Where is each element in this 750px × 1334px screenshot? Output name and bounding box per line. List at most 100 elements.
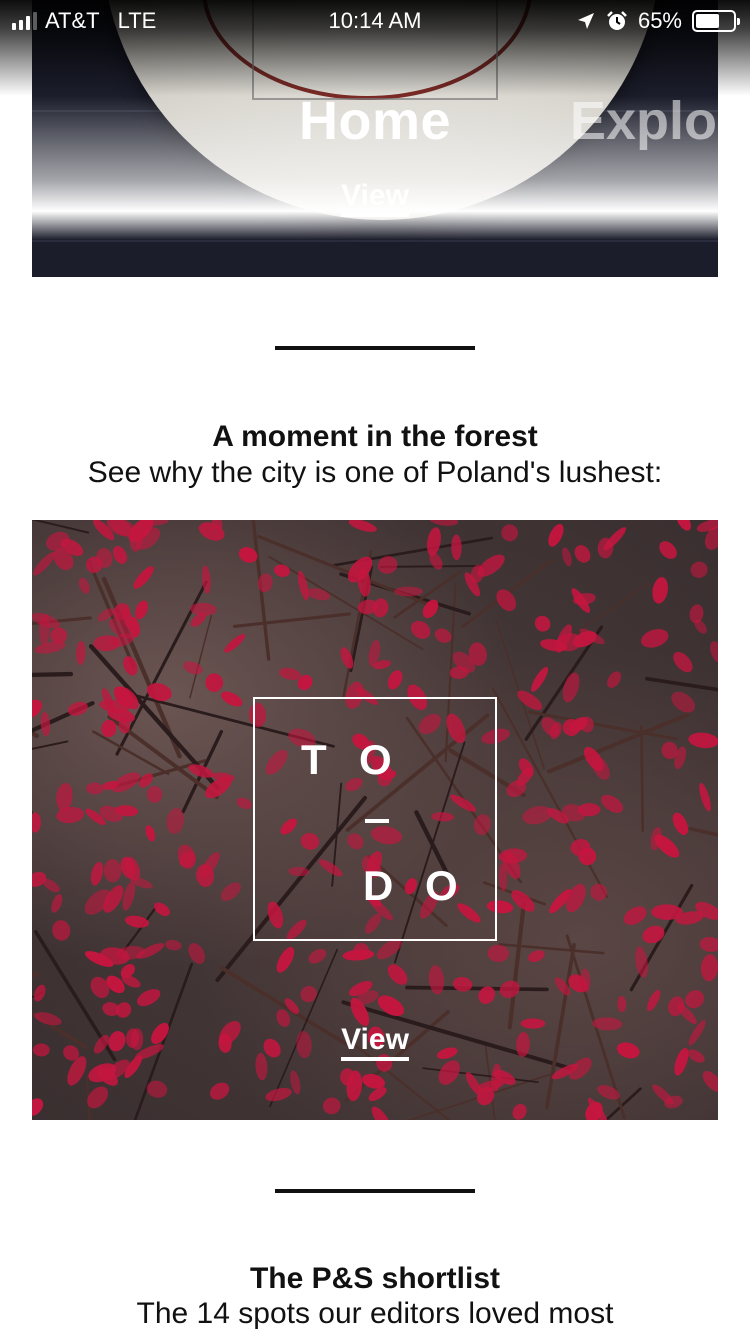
forest-view-link[interactable]: View bbox=[341, 1024, 409, 1061]
berry bbox=[601, 794, 624, 813]
berry bbox=[112, 546, 128, 564]
berry bbox=[689, 604, 704, 624]
berry bbox=[124, 915, 150, 928]
location-arrow-icon bbox=[577, 13, 594, 29]
branch bbox=[688, 826, 718, 837]
berry bbox=[676, 520, 691, 531]
berry bbox=[52, 920, 71, 941]
signal-icon bbox=[12, 12, 37, 30]
berry bbox=[122, 881, 136, 911]
hero-view-link[interactable]: View bbox=[341, 180, 409, 217]
branch bbox=[405, 985, 549, 992]
forest-section-subtitle: See why the city is one of Poland's lush… bbox=[87, 456, 663, 489]
alarm-clock-icon bbox=[607, 11, 627, 30]
forest-section-title[interactable]: A moment in the forest bbox=[0, 420, 750, 454]
berry bbox=[522, 805, 552, 825]
berry bbox=[699, 782, 711, 812]
berry bbox=[348, 520, 377, 532]
berry bbox=[635, 946, 648, 978]
forest-image-card[interactable]: T O D O View bbox=[32, 520, 718, 1120]
berry bbox=[700, 954, 718, 982]
branch bbox=[32, 520, 90, 534]
berry bbox=[671, 691, 696, 713]
berry bbox=[607, 671, 622, 688]
berry bbox=[710, 641, 718, 663]
branch bbox=[507, 901, 526, 1030]
berry bbox=[236, 797, 252, 810]
berry bbox=[647, 989, 661, 1012]
branch bbox=[32, 671, 74, 678]
berry bbox=[434, 628, 452, 643]
berry bbox=[32, 1098, 44, 1116]
berry bbox=[429, 520, 459, 526]
logo-dash bbox=[365, 819, 389, 823]
berry bbox=[177, 844, 196, 869]
branch bbox=[645, 676, 718, 692]
table-plank bbox=[32, 240, 718, 242]
berry bbox=[387, 964, 408, 985]
berry bbox=[577, 803, 601, 817]
berry bbox=[322, 1097, 341, 1115]
berry bbox=[276, 947, 295, 973]
berry bbox=[220, 882, 241, 901]
berry bbox=[642, 925, 665, 944]
berry bbox=[205, 673, 224, 692]
berry bbox=[451, 534, 462, 561]
berry bbox=[165, 939, 182, 951]
battery-icon bbox=[692, 10, 740, 32]
section-divider bbox=[275, 1189, 475, 1193]
berry bbox=[641, 629, 669, 648]
berry bbox=[688, 732, 718, 749]
berry bbox=[659, 541, 677, 559]
next-slide-title[interactable]: Explor bbox=[570, 90, 738, 152]
berry bbox=[34, 984, 46, 1002]
berry bbox=[300, 985, 317, 1003]
berry bbox=[133, 566, 154, 589]
branch bbox=[32, 740, 69, 750]
berry bbox=[528, 950, 545, 963]
berry bbox=[86, 782, 104, 795]
berry bbox=[548, 523, 564, 547]
berry bbox=[183, 661, 203, 675]
forest-view-link-wrap: View bbox=[32, 1024, 718, 1061]
berry bbox=[623, 906, 647, 925]
berry bbox=[410, 620, 431, 639]
berry bbox=[531, 666, 549, 692]
berry bbox=[372, 598, 389, 618]
berry bbox=[673, 651, 693, 673]
berry bbox=[308, 949, 327, 964]
berry bbox=[499, 980, 520, 998]
status-bar: 10:14 AM AT&T LTE 65% bbox=[0, 0, 750, 40]
berry bbox=[274, 564, 291, 577]
carrier-name: AT&T bbox=[45, 8, 100, 33]
berry bbox=[590, 883, 608, 901]
berry bbox=[209, 1082, 230, 1100]
berry bbox=[78, 577, 90, 594]
berry bbox=[145, 825, 156, 842]
berry bbox=[221, 691, 243, 707]
berry bbox=[90, 861, 104, 886]
berry bbox=[617, 995, 627, 1013]
berry bbox=[702, 1071, 718, 1092]
berry bbox=[394, 586, 423, 597]
berry bbox=[562, 672, 580, 703]
branch bbox=[640, 725, 645, 832]
berry bbox=[136, 989, 161, 1007]
berry bbox=[33, 551, 56, 576]
berry bbox=[574, 545, 591, 563]
berry bbox=[534, 615, 551, 632]
berry bbox=[135, 600, 148, 620]
battery-level bbox=[696, 14, 720, 28]
berry bbox=[103, 859, 122, 883]
logo-letter: O bbox=[425, 862, 458, 909]
shortlist-section-title[interactable]: The P&S shortlist bbox=[0, 1262, 750, 1296]
berry bbox=[306, 588, 331, 601]
berry bbox=[224, 633, 246, 653]
berry bbox=[32, 812, 41, 833]
network-type: LTE bbox=[117, 8, 157, 33]
berry bbox=[278, 667, 301, 680]
berry bbox=[672, 812, 689, 835]
berry bbox=[501, 524, 519, 542]
berry bbox=[76, 641, 86, 666]
berry bbox=[387, 670, 403, 690]
